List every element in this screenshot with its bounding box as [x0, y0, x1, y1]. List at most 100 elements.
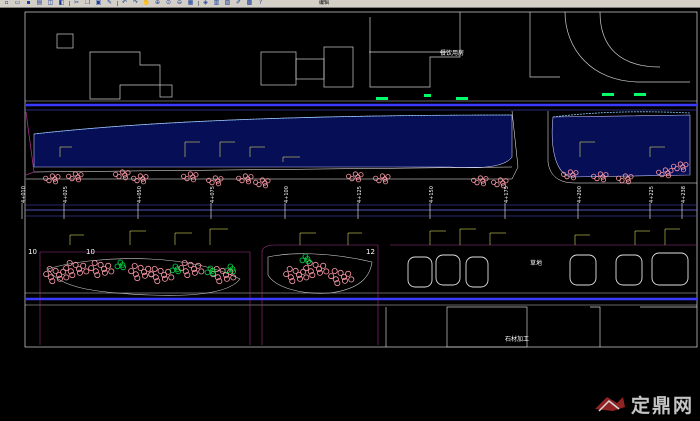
green-tags: [376, 93, 646, 100]
plant-symbol: [191, 269, 198, 276]
station-label: 4+100: [284, 186, 290, 203]
toolbar-separator: [69, 1, 70, 6]
station-label: 4+175: [504, 186, 510, 203]
station-label: 4+025: [63, 186, 69, 203]
help-icon[interactable]: ?: [256, 0, 265, 6]
station-label: 4+125: [357, 186, 363, 203]
edit-menu-label[interactable]: 编辑: [319, 0, 329, 6]
plant-symbol: [355, 177, 362, 183]
plant-symbol: [76, 269, 83, 276]
plant-symbol: [248, 174, 254, 180]
plant-symbol: [215, 181, 222, 187]
plant-symbol: [382, 179, 389, 185]
save-icon[interactable]: ▪: [24, 0, 33, 6]
leader-line: [209, 228, 228, 245]
redo-icon[interactable]: ↷: [131, 0, 140, 6]
zoom-previous-icon[interactable]: ⊖: [175, 0, 184, 6]
plant-symbol: [63, 265, 70, 272]
plant-symbol: [49, 173, 56, 179]
plant-symbol: [303, 274, 310, 281]
zoom-window-icon[interactable]: ⊙: [164, 0, 173, 6]
plant-symbol: [480, 181, 487, 187]
plant-symbol: [379, 173, 385, 179]
markup-icon[interactable]: ✐: [234, 0, 243, 6]
plant-symbol: [75, 177, 82, 183]
station-label: 4+225: [649, 186, 655, 203]
cut-icon[interactable]: ✂: [72, 0, 81, 6]
plant-symbol: [312, 261, 319, 268]
station-label: 4+010: [21, 186, 27, 203]
paste-icon[interactable]: ▣: [94, 0, 103, 6]
bed-number-2: 10: [86, 248, 95, 256]
plant-symbol: [168, 274, 175, 281]
leader-line: [574, 234, 590, 245]
plant-symbol: [286, 265, 293, 272]
bottom-building-label: 石材加工: [505, 335, 529, 343]
plant-symbol: [157, 267, 164, 274]
leader-line: [459, 228, 476, 245]
plant-symbol: [320, 262, 327, 269]
plant-symbol: [259, 177, 265, 183]
leader-line: [347, 232, 362, 245]
preview-icon[interactable]: ◫: [46, 0, 55, 6]
upper-road: [25, 100, 697, 111]
plant-symbol: [303, 265, 310, 272]
plant-symbol: [143, 174, 149, 180]
plant-symbol: [66, 173, 72, 179]
plant-symbol: [128, 268, 135, 275]
plant-symbol: [600, 177, 607, 183]
designcenter-icon[interactable]: ◈: [201, 0, 210, 6]
plant-symbol: [141, 272, 148, 279]
undo-icon[interactable]: ↶: [120, 0, 129, 6]
plant-symbol: [497, 177, 503, 183]
plant-symbol: [323, 268, 330, 275]
zoom-realtime-icon[interactable]: ⊕: [153, 0, 162, 6]
properties-icon[interactable]: ▦: [186, 0, 195, 6]
plant-symbol: [66, 259, 73, 266]
plant-symbol: [345, 270, 352, 277]
plant-symbol: [43, 175, 49, 181]
plant-symbol: [91, 259, 98, 266]
plant-symbol: [616, 175, 622, 181]
plant-symbol: [181, 173, 187, 179]
planter-box: [435, 254, 461, 286]
plant-symbol: [97, 261, 104, 268]
plant-symbol: [223, 275, 230, 282]
lower-road: [25, 292, 697, 306]
watermark-logo-icon: [594, 397, 625, 412]
open-icon[interactable]: ▭: [13, 0, 22, 6]
plant-symbol: [52, 267, 59, 274]
plant-symbol: [131, 262, 138, 269]
publish-icon[interactable]: ◧: [57, 0, 66, 6]
station-label: 4+238: [681, 186, 687, 203]
sheetset-icon[interactable]: ▧: [223, 0, 232, 6]
plant-symbol: [316, 269, 323, 276]
plant-symbol: [328, 273, 335, 280]
bed-number-3: 12: [366, 248, 375, 256]
plant-symbol: [491, 179, 497, 185]
plant-symbol: [283, 271, 290, 278]
plant-symbol: [88, 265, 95, 272]
plant-symbol: [385, 174, 391, 180]
pan-icon[interactable]: ✋: [142, 0, 151, 6]
plant-symbol: [245, 179, 252, 185]
plant-symbol: [358, 172, 364, 178]
leader-line: [299, 232, 316, 245]
plant-symbol: [236, 175, 242, 181]
building-label: 餐饮用房: [440, 49, 464, 57]
plant-symbol: [119, 169, 126, 175]
plant-symbol: [145, 265, 152, 272]
calc-icon[interactable]: ▩: [245, 0, 254, 6]
new-icon[interactable]: ▫: [2, 0, 11, 6]
drawing-canvas[interactable]: 餐饮用房 4+010 4+025 4+050 4+075 4+100 4+125…: [0, 7, 700, 421]
plant-symbol: [137, 264, 144, 271]
plant-symbol: [296, 275, 303, 282]
copy-icon[interactable]: ❐: [83, 0, 92, 6]
plant-symbol: [108, 268, 115, 275]
match-icon[interactable]: ✎: [105, 0, 114, 6]
plant-symbol: [352, 171, 358, 177]
plant-symbol: [55, 174, 61, 180]
toolpalette-icon[interactable]: ▥: [212, 0, 221, 6]
print-icon[interactable]: ▤: [35, 0, 44, 6]
cad-drawing[interactable]: 餐饮用房 4+010 4+025 4+050 4+075 4+100 4+125…: [0, 7, 700, 421]
